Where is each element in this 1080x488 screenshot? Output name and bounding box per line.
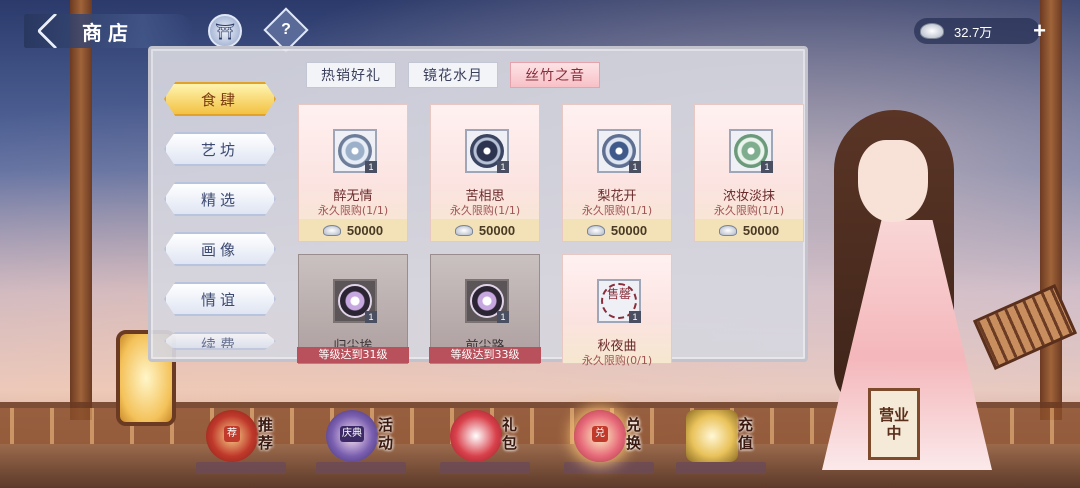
item-count: 1 (761, 161, 773, 173)
tower-button[interactable]: ⛩ (208, 14, 242, 48)
nav-label: 活动 (378, 416, 394, 452)
item-price: 50000 (431, 219, 539, 241)
shop-item-card-locked[interactable]: 1 前尘路 等级达到33级 (429, 254, 541, 364)
item-slot: 1 (729, 129, 773, 173)
nav-events[interactable]: 庆典 活动 (316, 404, 416, 482)
item-price: 50000 (563, 219, 671, 241)
level-requirement: 等级达到33级 (429, 347, 541, 363)
category-label: 艺坊 (200, 140, 239, 159)
nav-pedestal (564, 462, 654, 474)
item-count: 1 (629, 311, 641, 323)
category-renewal[interactable]: 续费 (164, 332, 276, 350)
item-slot: 售罄 1 (597, 279, 641, 323)
nav-label: 礼包 (502, 416, 518, 452)
item-price: 50000 (695, 219, 803, 241)
add-currency-button[interactable]: + (1033, 19, 1046, 43)
back-arrow-icon[interactable] (36, 12, 74, 50)
silver-ingot-icon (718, 224, 737, 236)
nav-exchange[interactable]: 兑 兑换 (564, 404, 664, 482)
item-slot: 1 (465, 129, 509, 173)
level-requirement: 等级达到31级 (297, 347, 409, 363)
category-label: 续费 (200, 336, 239, 350)
recharge-chest-icon (686, 410, 738, 462)
nav-pedestal (196, 462, 286, 474)
item-slot: 1 (597, 129, 641, 173)
title-plate: 商店 (24, 12, 194, 50)
item-limit: 永久限购(1/1) (449, 204, 521, 217)
nav-pedestal (440, 462, 530, 474)
category-art[interactable]: 艺坊 (164, 132, 276, 166)
subcategory-tabs: 热销好礼 镜花水月 丝竹之音 (306, 62, 600, 88)
shopkeeper-character (812, 110, 1078, 470)
character-face (858, 140, 928, 222)
nav-seal: 庆典 (340, 426, 364, 442)
item-limit: 永久限购(0/1) (581, 354, 653, 367)
item-slot: 1 (333, 129, 377, 173)
price-value: 50000 (742, 222, 780, 238)
nav-gift-pack[interactable]: 礼包 (440, 404, 540, 482)
nav-pedestal (316, 462, 406, 474)
nav-label: 兑换 (626, 416, 642, 452)
shop-item-card[interactable]: 1 浓妆淡抹 永久限购(1/1) 50000 (694, 104, 804, 242)
silver-ingot-icon (586, 224, 605, 236)
category-featured[interactable]: 精选 (164, 182, 276, 216)
item-slot: 1 (465, 279, 509, 323)
silver-ingot-icon (322, 224, 341, 236)
price-value: 50000 (478, 222, 516, 238)
price-value: 50000 (610, 222, 648, 238)
tower-icon: ⛩ (214, 21, 236, 41)
shop-item-card[interactable]: 1 醉无情 永久限购(1/1) 50000 (298, 104, 408, 242)
category-label: 画像 (200, 240, 239, 259)
category-sidebar: 食肆 艺坊 精选 画像 情谊 续费 (158, 82, 282, 366)
sign-line: 营业 (878, 406, 909, 424)
nav-recommend[interactable]: 荐 推荐 (196, 404, 296, 482)
item-count: 1 (365, 161, 377, 173)
item-limit: 永久限购(1/1) (581, 204, 653, 217)
bottom-nav: 荐 推荐 庆典 活动 礼包 兑 兑换 充值 (196, 404, 776, 482)
nav-recharge[interactable]: 充值 (676, 404, 776, 482)
item-count: 1 (629, 161, 641, 173)
item-count: 1 (497, 161, 509, 173)
shop-item-card[interactable]: 1 苦相思 永久限购(1/1) 50000 (430, 104, 540, 242)
category-friendship[interactable]: 情谊 (164, 282, 276, 316)
silver-ingot-icon (920, 23, 944, 39)
top-bar: 商店 ⛩ ? 32.7万 + (0, 0, 1080, 53)
item-count: 1 (365, 311, 377, 323)
silver-ingot-icon (454, 224, 473, 236)
category-label: 情谊 (200, 290, 239, 309)
open-sign: 营业 中 (868, 388, 920, 460)
item-slot: 1 (333, 279, 377, 323)
nav-pedestal (676, 462, 766, 474)
shop-item-card[interactable]: 1 梨花开 永久限购(1/1) 50000 (562, 104, 672, 242)
page-title: 商店 (82, 20, 134, 45)
category-label: 食肆 (200, 90, 239, 109)
price-value: 50000 (346, 222, 384, 238)
item-limit: 永久限购(1/1) (713, 204, 785, 217)
help-icon: ? (281, 21, 291, 38)
item-count: 1 (497, 311, 509, 323)
item-price: 50000 (299, 219, 407, 241)
category-label: 精选 (200, 190, 239, 209)
category-food[interactable]: 食肆 (164, 82, 276, 116)
category-portrait[interactable]: 画像 (164, 232, 276, 266)
nav-seal: 兑 (592, 426, 608, 442)
tab-hot-gifts[interactable]: 热销好礼 (306, 62, 396, 88)
tab-music[interactable]: 丝竹之音 (510, 62, 600, 88)
gift-pack-icon (450, 410, 502, 462)
nav-seal: 荐 (224, 426, 240, 442)
nav-label: 充值 (738, 416, 754, 452)
tab-mirror-flowers[interactable]: 镜花水月 (408, 62, 498, 88)
nav-label: 推荐 (258, 416, 274, 452)
shop-item-card-soldout[interactable]: 售罄 1 秋夜曲 永久限购(0/1) (562, 254, 672, 367)
sign-line: 中 (886, 424, 902, 442)
item-limit: 永久限购(1/1) (317, 204, 389, 217)
shop-item-card-locked[interactable]: 1 归尘埃 等级达到31级 (297, 254, 409, 364)
wooden-pillar (70, 0, 92, 420)
currency-value: 32.7万 (954, 24, 993, 40)
currency-display: 32.7万 + (914, 18, 1046, 44)
